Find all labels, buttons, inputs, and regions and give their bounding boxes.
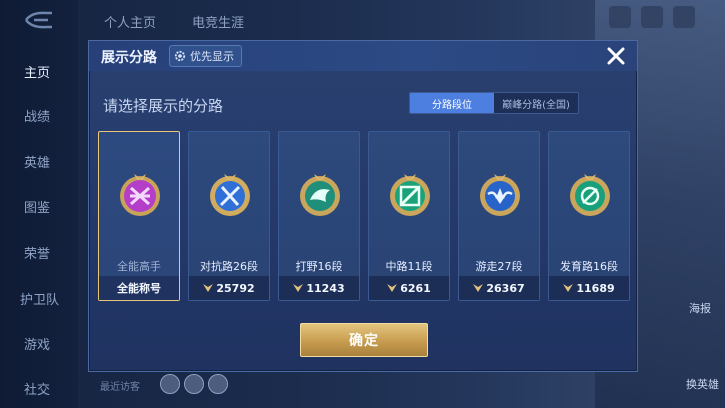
sidebar-item-codex[interactable]: 图鉴 bbox=[0, 197, 78, 216]
purple-emblem-icon bbox=[120, 174, 160, 216]
notification-icon[interactable] bbox=[609, 6, 631, 28]
sidebar-item-home[interactable]: 主页 bbox=[0, 62, 78, 81]
lane-card-points: 6261 bbox=[369, 276, 449, 300]
points-value: 6261 bbox=[400, 281, 431, 295]
menu-icon[interactable] bbox=[673, 6, 695, 28]
poster-button[interactable]: 海报 bbox=[683, 300, 717, 316]
tab-peak-lane[interactable]: 巅峰分路(全国) bbox=[494, 93, 578, 113]
sidebar-item-social[interactable]: 社交 bbox=[0, 379, 78, 398]
points-value: 11243 bbox=[306, 281, 345, 295]
wing-emblem-icon bbox=[480, 174, 520, 216]
lane-card-name: 游走27段 bbox=[475, 260, 523, 273]
priority-display-label: 优先显示 bbox=[190, 50, 234, 63]
points-icon bbox=[293, 284, 304, 292]
priority-display-button[interactable]: 优先显示 bbox=[169, 45, 242, 67]
points-value: 11689 bbox=[576, 281, 615, 295]
points-value: 25792 bbox=[216, 281, 255, 295]
target-emblem-icon bbox=[570, 174, 610, 216]
lane-tab-switch: 分路段位 巅峰分路(全国) bbox=[409, 92, 579, 114]
select-lane-prompt: 请选择展示的分路 bbox=[103, 97, 224, 115]
lane-card-name: 对抗路26段 bbox=[200, 260, 258, 273]
lane-card-points: 25792 bbox=[189, 276, 269, 300]
lane-card-all-round[interactable]: 全能高手 全能称号 bbox=[98, 131, 180, 301]
sidebar-item-heroes[interactable]: 英雄 bbox=[0, 152, 78, 171]
wand-emblem-icon bbox=[390, 174, 430, 216]
avatar-icon[interactable] bbox=[641, 6, 663, 28]
confirm-button[interactable]: 确定 bbox=[300, 323, 428, 357]
tab-lane-rank[interactable]: 分路段位 bbox=[410, 93, 494, 113]
back-icon[interactable] bbox=[22, 10, 56, 30]
lane-card-name: 打野16段 bbox=[295, 260, 343, 273]
lane-card-name: 发育路16段 bbox=[560, 260, 618, 273]
lane-card-jungle[interactable]: 打野16段 11243 bbox=[278, 131, 360, 301]
tab-profile[interactable]: 个人主页 bbox=[104, 12, 156, 31]
gear-icon bbox=[174, 50, 186, 62]
dragon-emblem-icon bbox=[300, 174, 340, 216]
dialog-header: 展示分路 优先显示 bbox=[89, 41, 637, 71]
points-icon bbox=[203, 284, 214, 292]
lane-card-points: 26367 bbox=[459, 276, 539, 300]
points-icon bbox=[473, 284, 484, 292]
lane-card-points: 11689 bbox=[549, 276, 629, 300]
sword-emblem-icon bbox=[210, 174, 250, 216]
lane-card-points: 11243 bbox=[279, 276, 359, 300]
lane-cards: 全能高手 全能称号 对抗路26段 25792 打野16段 11243 中路11段… bbox=[98, 131, 630, 303]
top-right-icons bbox=[609, 6, 695, 28]
avatar[interactable] bbox=[160, 374, 180, 394]
points-icon bbox=[563, 284, 574, 292]
sidebar-item-honor[interactable]: 荣誉 bbox=[0, 243, 78, 262]
lane-card-name: 中路11段 bbox=[385, 260, 433, 273]
dialog-title: 展示分路 bbox=[101, 50, 157, 66]
points-icon bbox=[387, 284, 398, 292]
close-icon bbox=[607, 47, 625, 65]
sidebar-item-guard[interactable]: 护卫队 bbox=[0, 289, 78, 308]
sidebar-item-record[interactable]: 战绩 bbox=[0, 106, 78, 125]
lane-card-mid[interactable]: 中路11段 6261 bbox=[368, 131, 450, 301]
sidebar: 主页 战绩 英雄 图鉴 荣誉 护卫队 游戏 社交 bbox=[0, 0, 78, 408]
lane-card-clash[interactable]: 对抗路26段 25792 bbox=[188, 131, 270, 301]
points-value: 26367 bbox=[486, 281, 525, 295]
lane-card-farm[interactable]: 发育路16段 11689 bbox=[548, 131, 630, 301]
recent-visitors-label: 最近访客 bbox=[100, 382, 140, 393]
lane-display-dialog: 展示分路 优先显示 请选择展示的分路 分路段位 巅峰分路(全国) 全能高手 全能… bbox=[88, 40, 638, 372]
close-button[interactable] bbox=[603, 43, 629, 69]
avatar[interactable] bbox=[208, 374, 228, 394]
visitor-avatars bbox=[160, 374, 228, 394]
all-round-title-label: 全能称号 bbox=[99, 276, 179, 300]
lane-card-name: 全能高手 bbox=[117, 260, 161, 273]
swap-hero-button[interactable]: 换英雄 bbox=[686, 376, 719, 392]
lane-card-roam[interactable]: 游走27段 26367 bbox=[458, 131, 540, 301]
tab-esports[interactable]: 电竞生涯 bbox=[192, 12, 244, 31]
avatar[interactable] bbox=[184, 374, 204, 394]
sidebar-item-games[interactable]: 游戏 bbox=[0, 334, 78, 353]
